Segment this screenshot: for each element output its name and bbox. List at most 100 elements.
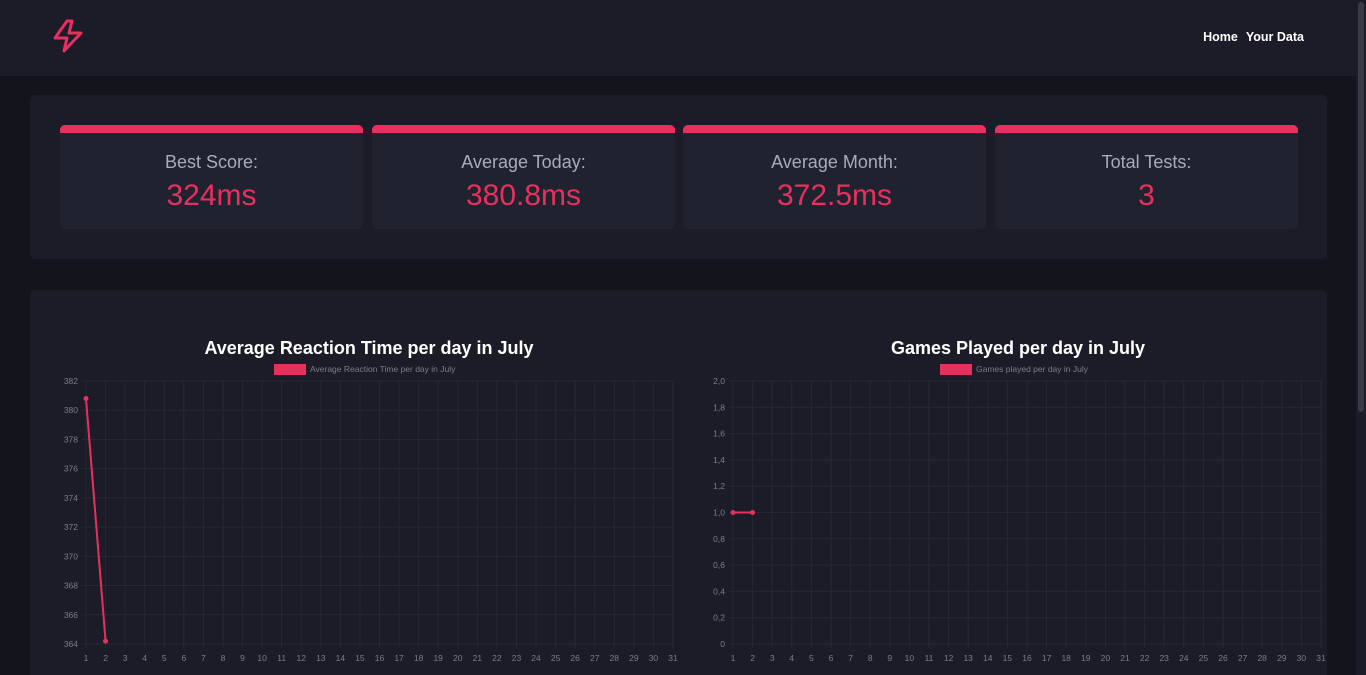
stat-label: Average Today: — [461, 152, 586, 172]
x-tick-label: 2 — [750, 653, 755, 663]
x-tick-label: 18 — [1061, 653, 1071, 663]
y-tick-label: 1,8 — [713, 402, 725, 412]
y-tick-label: 2,0 — [713, 376, 725, 386]
x-tick-label: 22 — [492, 653, 502, 663]
y-tick-label: 376 — [64, 464, 78, 474]
x-tick-label: 11 — [925, 653, 934, 663]
data-point — [103, 638, 109, 644]
x-tick-label: 31 — [1316, 653, 1326, 663]
stat-card-average-today: Average Today: 380.8ms — [372, 125, 675, 229]
x-tick-label: 12 — [944, 653, 954, 663]
y-tick-label: 1,6 — [713, 429, 725, 439]
x-tick-label: 23 — [512, 653, 522, 663]
x-tick-label: 3 — [770, 653, 775, 663]
x-tick-label: 7 — [201, 653, 206, 663]
y-tick-label: 1,4 — [713, 455, 725, 465]
data-point — [750, 510, 756, 515]
stat-label: Average Month: — [771, 152, 898, 172]
x-tick-label: 5 — [809, 653, 814, 663]
x-tick-label: 29 — [1277, 653, 1287, 663]
x-tick-label: 7 — [848, 653, 853, 663]
scrollbar[interactable] — [1356, 0, 1366, 675]
x-tick-label: 20 — [453, 653, 463, 663]
x-tick-label: 8 — [221, 653, 226, 663]
series-line — [85, 398, 107, 642]
x-tick-label: 17 — [1042, 653, 1052, 663]
x-tick-label: 26 — [1218, 653, 1228, 663]
data-point — [83, 396, 89, 402]
chart-title: Games Played per day in July — [891, 338, 1145, 358]
x-tick-label: 6 — [829, 653, 834, 663]
y-tick-label: 1,0 — [713, 508, 725, 518]
x-tick-label: 27 — [1238, 653, 1248, 663]
x-tick-label: 9 — [240, 653, 245, 663]
x-tick-label: 5 — [162, 653, 167, 663]
chart-title: Average Reaction Time per day in July — [204, 338, 533, 358]
data-point — [730, 510, 736, 515]
stat-accent-bar — [60, 125, 363, 133]
lightning-bolt-icon[interactable] — [51, 18, 85, 54]
legend-swatch — [274, 364, 306, 375]
x-tick-label: 15 — [355, 653, 365, 663]
x-tick-label: 22 — [1140, 653, 1150, 663]
stat-value: 324ms — [166, 179, 257, 212]
nav-your-data-link[interactable]: Your Data — [1246, 30, 1304, 44]
y-tick-label: 0,2 — [713, 613, 725, 623]
y-tick-label: 1,2 — [713, 481, 725, 491]
y-tick-label: 0 — [720, 639, 725, 649]
nav-home-link[interactable]: Home — [1203, 30, 1238, 44]
legend-label: Games played per day in July — [976, 364, 1089, 374]
x-tick-label: 3 — [123, 653, 128, 663]
x-tick-label: 25 — [551, 653, 561, 663]
y-tick-label: 372 — [64, 522, 78, 532]
x-tick-label: 30 — [1297, 653, 1307, 663]
x-tick-label: 21 — [1120, 653, 1130, 663]
reaction-time-chart: Average Reaction Time per day in July Ave… — [64, 338, 678, 663]
stat-label: Best Score: — [164, 152, 259, 172]
y-tick-label: 0,8 — [713, 534, 725, 544]
x-tick-label: 11 — [277, 653, 286, 663]
x-tick-label: 15 — [1003, 653, 1013, 663]
x-tick-label: 4 — [789, 653, 794, 663]
stat-card-average-month: Average Month: 372.5ms — [683, 125, 986, 229]
x-tick-label: 24 — [1179, 653, 1189, 663]
y-tick-label: 370 — [64, 551, 78, 561]
legend-label: Average Reaction Time per day in July — [310, 364, 456, 374]
x-tick-label: 19 — [433, 653, 443, 663]
scrollbar-thumb[interactable] — [1358, 2, 1364, 412]
stat-value: 380.8ms — [465, 179, 582, 212]
x-tick-label: 2 — [103, 653, 108, 663]
y-tick-label: 374 — [64, 493, 78, 503]
x-tick-label: 21 — [473, 653, 483, 663]
x-tick-label: 8 — [868, 653, 873, 663]
x-tick-label: 18 — [414, 653, 424, 663]
x-tick-label: 6 — [181, 653, 186, 663]
y-tick-label: 364 — [64, 639, 78, 649]
x-tick-label: 1 — [731, 653, 736, 663]
legend-swatch — [940, 364, 972, 375]
x-tick-label: 31 — [668, 653, 678, 663]
games-played-chart: Games Played per day in July Games played… — [713, 338, 1326, 663]
stat-accent-bar — [683, 125, 986, 133]
x-tick-label: 12 — [296, 653, 306, 663]
nav-links: Home Your Data — [1203, 30, 1304, 44]
x-tick-label: 27 — [590, 653, 600, 663]
y-tick-label: 366 — [64, 610, 78, 620]
stats-panel: Best Score: 324ms Average Today: 380.8ms… — [30, 95, 1327, 259]
x-tick-label: 16 — [1022, 653, 1032, 663]
x-tick-label: 14 — [336, 653, 346, 663]
x-tick-label: 20 — [1101, 653, 1111, 663]
x-tick-label: 28 — [1257, 653, 1267, 663]
x-tick-label: 25 — [1199, 653, 1209, 663]
stat-card-best-score: Best Score: 324ms — [60, 125, 363, 229]
x-tick-label: 29 — [629, 653, 639, 663]
x-tick-label: 24 — [531, 653, 541, 663]
charts-panel: Average Reaction Time per day in July Ave… — [30, 290, 1327, 675]
y-tick-label: 0,4 — [713, 586, 725, 596]
x-tick-label: 19 — [1081, 653, 1091, 663]
x-tick-label: 23 — [1159, 653, 1169, 663]
stat-accent-bar — [372, 125, 675, 133]
x-tick-label: 28 — [610, 653, 620, 663]
x-tick-label: 1 — [84, 653, 89, 663]
stat-label: Total Tests: — [1101, 152, 1192, 172]
